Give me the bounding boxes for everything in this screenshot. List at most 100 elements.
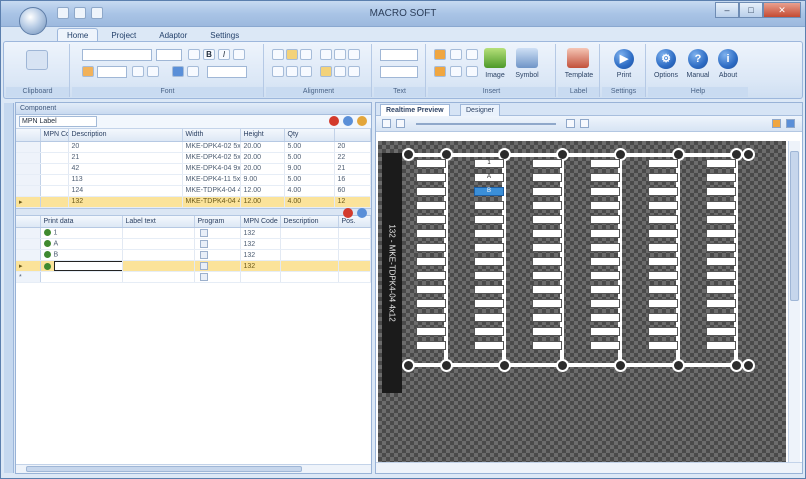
label-marker[interactable] [590,229,620,238]
label-marker[interactable] [474,201,504,210]
label-marker[interactable] [590,243,620,252]
row-selector[interactable]: ▸ [16,260,41,272]
label-marker[interactable] [648,173,678,182]
tab-settings[interactable]: Settings [200,28,249,42]
row-selector[interactable] [16,163,41,175]
label-marker[interactable] [648,299,678,308]
align-bottom-icon[interactable] [348,49,360,60]
program-picker-icon[interactable] [199,240,208,248]
cell-print-data[interactable]: 1 [54,230,58,237]
col-program[interactable]: Program [194,215,241,228]
label-marker[interactable]: B [474,187,504,196]
refresh-icon[interactable] [343,116,353,126]
border-icon[interactable] [132,66,144,77]
table-row[interactable]: 124 MKE-TDPK4-04 4x12 12.00 4.00 60 [16,185,371,197]
fit-page-icon[interactable] [566,119,575,128]
row-selector[interactable]: ▸ [16,196,41,208]
label-marker[interactable] [532,341,562,350]
col-width[interactable]: Width [182,129,241,142]
label-marker[interactable] [648,201,678,210]
tab-home[interactable]: Home [57,28,99,42]
label-marker[interactable] [648,187,678,196]
stretch-icon[interactable] [334,66,346,77]
row-selector[interactable] [16,227,41,239]
cell-entry-desc[interactable] [280,260,339,272]
row-selector[interactable] [16,174,41,186]
insert-date-icon[interactable] [466,49,478,60]
col-print-data[interactable]: Print data [40,215,123,228]
image-icon[interactable] [484,48,506,68]
align-center-icon[interactable] [286,49,298,60]
label-marker[interactable] [706,271,736,280]
tab-designer[interactable]: Designer [460,104,501,116]
label-marker[interactable] [706,327,736,336]
label-marker[interactable] [706,187,736,196]
distribute-h-icon[interactable] [272,66,284,77]
paste-icon[interactable] [26,50,48,70]
label-marker[interactable] [416,313,446,322]
label-marker[interactable] [648,257,678,266]
label-marker[interactable] [474,243,504,252]
cell-entry-desc[interactable] [280,238,339,250]
font-size-combo[interactable] [156,49,182,61]
label-marker[interactable] [648,271,678,280]
insert-barcode-icon[interactable] [434,66,446,77]
col-height[interactable]: Height [240,129,285,142]
label-marker[interactable]: 1 [474,159,504,168]
label-marker[interactable] [474,271,504,280]
label-marker[interactable] [706,215,736,224]
align-top-icon[interactable] [320,49,332,60]
distribute-v-icon[interactable] [286,66,298,77]
side-panel-strip[interactable] [4,103,14,473]
export-icon[interactable] [786,119,795,128]
text-spacing-combo[interactable] [380,49,418,61]
label-marker[interactable] [416,215,446,224]
cell-mpn[interactable]: 132 [240,260,281,272]
table-row[interactable]: 20 MKE-DPK4-02 5x10 20.00 5.00 20 [16,141,371,153]
fit-icon[interactable] [320,66,332,77]
cell-mpn[interactable]: 132 [240,238,281,250]
actual-size-icon[interactable] [580,119,589,128]
label-marker[interactable] [590,173,620,182]
label-marker[interactable] [590,341,620,350]
grow-font-icon[interactable] [188,49,200,60]
print-icon[interactable]: ▶ [614,49,634,69]
panel-splitter[interactable] [16,207,371,218]
label-marker[interactable] [532,313,562,322]
label-marker[interactable] [648,327,678,336]
cell-entry-desc[interactable] [280,249,339,261]
table-row[interactable]: 113 MKE-DPK4-11 5x9 9.00 5.00 16 [16,174,371,186]
tab-project[interactable]: Project [101,28,146,42]
manual-button-label[interactable]: Manual [681,72,715,79]
table-row[interactable]: A 132 [16,238,371,250]
font-family-combo[interactable] [82,49,152,61]
cell-mpn[interactable] [240,271,281,283]
table-row[interactable]: 42 MKE-DPK4-04 9x10 20.00 9.00 21 [16,163,371,175]
table-row[interactable]: 21 MKE-DPK4-02 5x10 20.00 5.00 22 [16,152,371,164]
delete-row-icon[interactable] [343,207,353,218]
label-marker[interactable] [706,257,736,266]
highlight-icon[interactable] [187,66,199,77]
minimize-icon[interactable]: – [715,2,739,18]
cell-print-data[interactable] [40,271,123,283]
label-marker[interactable] [648,243,678,252]
symbol-icon[interactable] [516,48,538,68]
col-label-text[interactable]: Label text [122,215,195,228]
bold-icon[interactable]: B [203,49,215,60]
cell-entry-desc[interactable] [280,227,339,239]
label-marker[interactable] [532,187,562,196]
row-selector[interactable] [16,238,41,250]
row-selector[interactable] [16,185,41,197]
cell-program[interactable] [194,249,241,261]
label-marker[interactable] [416,271,446,280]
label-marker[interactable] [648,341,678,350]
align-middle-icon[interactable] [334,49,346,60]
label-marker[interactable] [474,215,504,224]
label-marker[interactable] [648,229,678,238]
label-marker[interactable] [706,229,736,238]
cell-mpn[interactable]: 132 [240,249,281,261]
label-marker[interactable] [532,299,562,308]
row-selector[interactable] [16,249,41,261]
about-icon[interactable]: i [718,49,738,69]
options-button-label[interactable]: Options [649,72,683,79]
